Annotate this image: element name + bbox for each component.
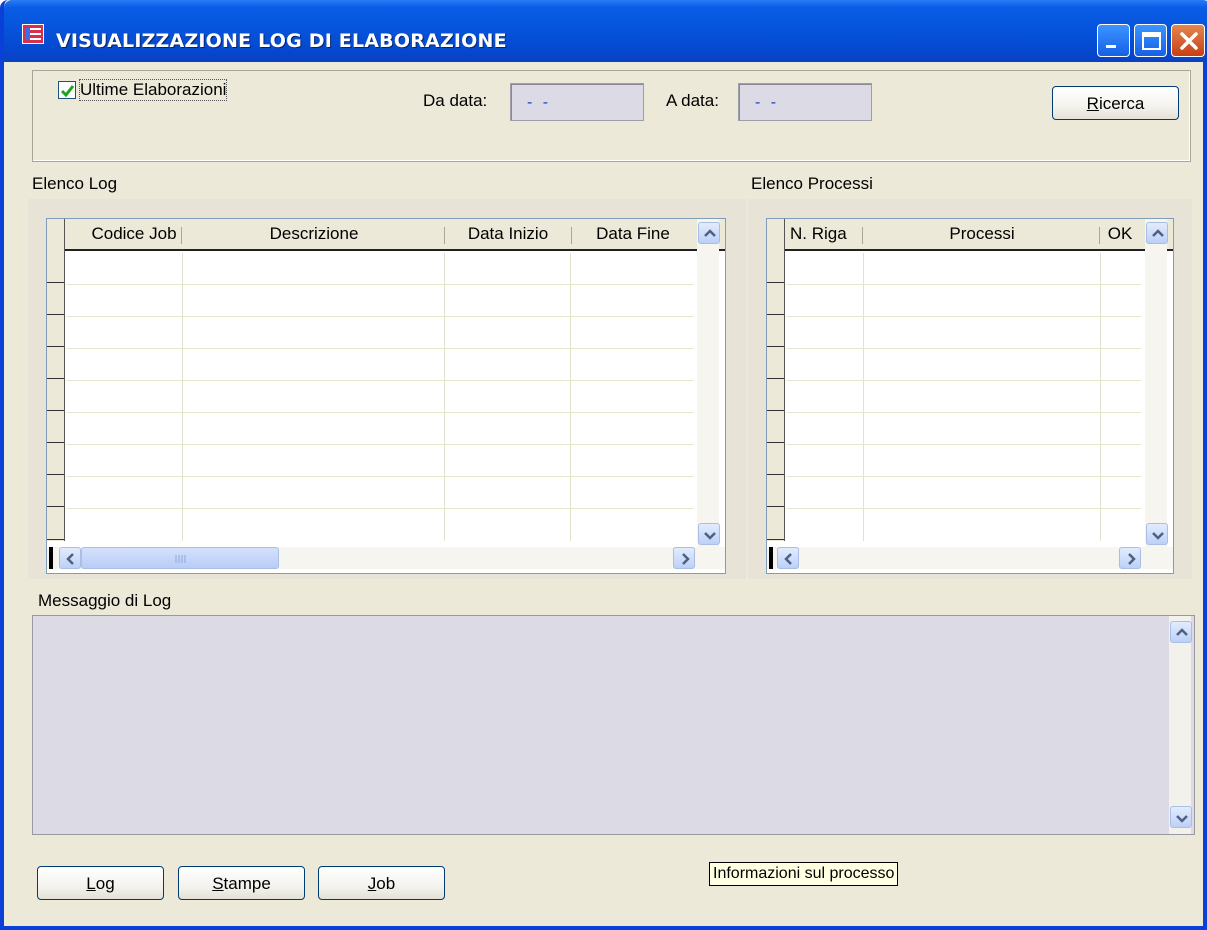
title-bar[interactable]: VISUALIZZAZIONE LOG DI ELABORAZIONE: [4, 0, 1207, 62]
messaggio-log-textarea[interactable]: [32, 615, 1195, 835]
process-scroll-right-button[interactable]: [1119, 547, 1141, 569]
chevron-right-icon: [682, 553, 690, 565]
stampe-mnemonic: S: [212, 874, 224, 893]
log-scroll-up-button[interactable]: [698, 222, 720, 244]
minimize-icon: [1106, 45, 1116, 48]
job-mnemonic: J: [367, 874, 377, 893]
log-scroll-thumb[interactable]: [81, 547, 279, 569]
chevron-up-icon: [704, 229, 716, 237]
process-col-processi[interactable]: Processi: [864, 219, 1100, 249]
process-grid[interactable]: N. Riga Processi OK: [766, 218, 1174, 574]
log-row-headers: [47, 219, 65, 541]
process-scroll-left-button[interactable]: [777, 547, 799, 569]
process-info-tooltip: Informazioni sul processo: [709, 862, 899, 886]
stampe-label-rest: tampe: [223, 874, 271, 893]
close-icon: [1180, 32, 1198, 50]
log-col-data-fine[interactable]: Data Fine: [572, 219, 694, 249]
stampe-button[interactable]: Stampe: [178, 866, 305, 900]
log-mnemonic: L: [86, 874, 96, 893]
message-vertical-scrollbar[interactable]: [1169, 616, 1191, 834]
ultime-elaborazioni-label[interactable]: Ultime Elaborazioni: [78, 79, 228, 101]
log-scroll-right-button[interactable]: [673, 547, 695, 569]
log-col-data-inizio[interactable]: Data Inizio: [445, 219, 571, 249]
log-vertical-scrollbar[interactable]: [697, 219, 719, 549]
message-scroll-down-button[interactable]: [1170, 806, 1192, 828]
process-scroll-down-button[interactable]: [1146, 523, 1168, 545]
chevron-down-icon: [704, 532, 716, 540]
chevron-up-icon: [1152, 229, 1164, 237]
ultime-elaborazioni-checkbox[interactable]: [58, 81, 76, 99]
maximize-button[interactable]: [1134, 24, 1167, 57]
process-grid-header: N. Riga Processi OK: [767, 219, 1173, 251]
chevron-right-icon: [1128, 553, 1136, 565]
job-label-rest: ob: [376, 874, 396, 893]
elenco-log-title: Elenco Log: [32, 174, 118, 193]
ricerca-mnemonic: R: [1086, 94, 1099, 113]
log-button[interactable]: Log: [37, 866, 164, 900]
job-button[interactable]: Job: [318, 866, 445, 900]
log-col-separator: [181, 227, 182, 244]
log-scroll-left-button[interactable]: [59, 547, 81, 569]
process-scroll-up-button[interactable]: [1146, 222, 1168, 244]
da-data-label: Da data:: [423, 91, 488, 110]
check-icon: [60, 85, 75, 98]
chevron-up-icon: [1176, 628, 1188, 636]
chevron-down-icon: [1152, 532, 1164, 540]
grip-icon: [175, 555, 186, 563]
process-vertical-scrollbar[interactable]: [1145, 219, 1167, 549]
ricerca-button[interactable]: Ricerca: [1052, 86, 1179, 120]
log-scroll-down-button[interactable]: [698, 523, 720, 545]
log-col-descrizione[interactable]: Descrizione: [183, 219, 445, 249]
da-data-field[interactable]: - -: [510, 83, 644, 121]
process-col-ok[interactable]: OK: [1100, 219, 1140, 249]
process-row-headers: [767, 219, 785, 541]
close-button[interactable]: [1171, 24, 1205, 57]
app-icon: [22, 24, 44, 44]
elenco-processi-title: Elenco Processi: [751, 174, 873, 193]
main-window: VISUALIZZAZIONE LOG DI ELABORAZIONE Ulti…: [0, 0, 1207, 930]
maximize-icon: [1142, 32, 1161, 50]
ricerca-label-rest: icerca: [1098, 94, 1145, 113]
chevron-left-icon: [784, 553, 792, 565]
log-label-rest: og: [95, 874, 115, 893]
message-scroll-up-button[interactable]: [1170, 621, 1192, 643]
chevron-left-icon: [66, 553, 74, 565]
window-title: VISUALIZZAZIONE LOG DI ELABORAZIONE: [56, 30, 507, 52]
a-data-field[interactable]: - -: [738, 83, 872, 121]
messaggio-log-title: Messaggio di Log: [38, 591, 172, 610]
log-grid[interactable]: Codice Job Descrizione Data Inizio Data …: [46, 218, 726, 574]
minimize-button[interactable]: [1097, 24, 1130, 57]
process-col-n-riga[interactable]: N. Riga: [786, 219, 864, 249]
chevron-down-icon: [1176, 815, 1188, 823]
process-horizontal-scrollbar[interactable]: [767, 547, 1173, 569]
a-data-label: A data:: [666, 91, 719, 110]
log-grid-header: Codice Job Descrizione Data Inizio Data …: [47, 219, 725, 251]
